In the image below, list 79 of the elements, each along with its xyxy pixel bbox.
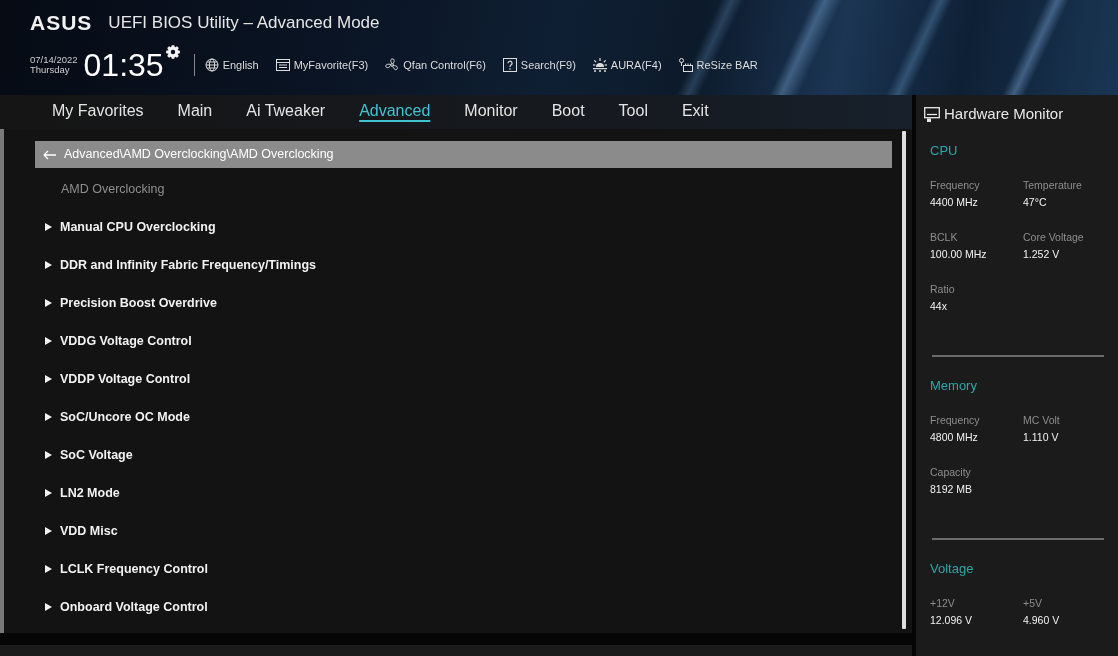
reading-value: 12.096 V: [930, 613, 974, 627]
submenu-item[interactable]: VDDG Voltage Control: [35, 322, 892, 360]
question-box-icon: [502, 58, 517, 72]
reading-label: Ratio: [930, 282, 956, 296]
submenu-arrow-icon: [45, 603, 52, 611]
submenu-arrow-icon: [45, 413, 52, 421]
section-heading: AMD Overclocking: [60, 181, 166, 198]
reading-value: 1.252 V: [1023, 247, 1061, 261]
fan-icon: [385, 58, 400, 72]
submenu-item[interactable]: Onboard Voltage Control: [35, 588, 892, 626]
reading-value: 4.960 V: [1023, 613, 1061, 627]
submenu-arrow-icon: [45, 261, 52, 269]
brand-logo: ASUS: [30, 12, 93, 33]
submenu-arrow-icon: [45, 527, 52, 535]
settings-icon: [165, 45, 180, 59]
submenu-item[interactable]: SoC Voltage: [35, 436, 892, 474]
reading-label: Core Voltage: [1023, 230, 1085, 244]
toolbar-button[interactable]: ReSize BAR: [678, 56, 758, 74]
breadcrumb-path: Advanced\AMD Overclocking\AMD Overclocking: [64, 146, 334, 164]
submenu-arrow-icon: [45, 299, 52, 307]
submenu-arrow-icon: [45, 451, 52, 459]
list-window-icon: [275, 58, 290, 72]
back-arrow-icon: [43, 149, 56, 160]
menu-tab[interactable]: Main: [177, 99, 213, 125]
menu-tab[interactable]: Tool: [618, 99, 648, 125]
submenu-item[interactable]: LN2 Mode: [35, 474, 892, 512]
toolbar-button[interactable]: English: [204, 56, 259, 74]
scrollbar-thumb[interactable]: [902, 131, 906, 629]
submenu-item[interactable]: VDDP Voltage Control: [35, 360, 892, 398]
reading-value: 8192 MB: [930, 482, 974, 496]
reading-value: 47°C: [1023, 195, 1048, 209]
submenu-arrow-icon: [45, 223, 52, 231]
reading-label: BCLK: [930, 230, 959, 244]
reading-value: 44x: [930, 299, 948, 313]
section-title: Voltage: [930, 561, 975, 575]
toolbar-button[interactable]: MyFavorite(F3): [275, 56, 369, 74]
submenu-item[interactable]: Precision Boost Overdrive: [35, 284, 892, 322]
weekday-text: Thursday: [30, 65, 71, 76]
reading-label: Capacity: [930, 465, 972, 479]
reading-value: 4800 MHz: [930, 430, 979, 444]
date-text: 07/14/2022: [30, 54, 78, 65]
panel-title: Hardware Monitor: [944, 104, 1064, 124]
sun-rays-icon: [592, 58, 607, 72]
section-title: CPU: [930, 143, 959, 157]
chip-icon: [678, 58, 693, 72]
toolbar-button[interactable]: Qfan Control(F6): [385, 56, 486, 74]
menu-tab[interactable]: Monitor: [464, 99, 518, 125]
reading-label: MC Volt: [1023, 413, 1061, 427]
reading-label: Temperature: [1023, 178, 1083, 192]
menu-tab[interactable]: Boot: [551, 99, 585, 125]
reading-value: 1.110 V: [1023, 430, 1060, 444]
reading-label: +5V: [1023, 596, 1043, 610]
settings-button[interactable]: [165, 45, 180, 59]
submenu-item[interactable]: DDR and Infinity Fabric Frequency/Timings: [35, 246, 892, 284]
section-title: Memory: [930, 378, 978, 392]
submenu-arrow-icon: [45, 489, 52, 497]
submenu-item[interactable]: SoC/Uncore OC Mode: [35, 398, 892, 436]
menu-tab[interactable]: My Favorites: [52, 99, 144, 125]
submenu-item[interactable]: Manual CPU Overclocking: [35, 208, 892, 246]
monitor-icon: [924, 106, 940, 122]
toolbar-button[interactable]: AURA(F4): [592, 56, 662, 74]
submenu-arrow-icon: [45, 337, 52, 345]
back-button[interactable]: [43, 149, 56, 160]
menu-tab[interactable]: Advanced: [359, 99, 431, 125]
reading-label: Frequency: [930, 413, 981, 427]
submenu-item[interactable]: LCLK Frequency Control: [35, 550, 892, 588]
clock-time: 01:35: [83, 49, 164, 81]
reading-label: +12V: [930, 596, 956, 610]
globe-icon: [204, 58, 219, 72]
reading-value: 4400 MHz: [930, 195, 979, 209]
reading-value: 100.00 MHz: [930, 247, 988, 261]
submenu-arrow-icon: [45, 375, 52, 383]
reading-label: Frequency: [930, 178, 981, 192]
submenu-arrow-icon: [45, 565, 52, 573]
menu-tab[interactable]: Exit: [681, 99, 709, 125]
submenu-item[interactable]: VDD Misc: [35, 512, 892, 550]
window-title: UEFI BIOS Utility – Advanced Mode: [108, 14, 380, 31]
menu-tab[interactable]: Ai Tweaker: [246, 99, 326, 125]
toolbar-button[interactable]: Search(F9): [502, 56, 576, 74]
